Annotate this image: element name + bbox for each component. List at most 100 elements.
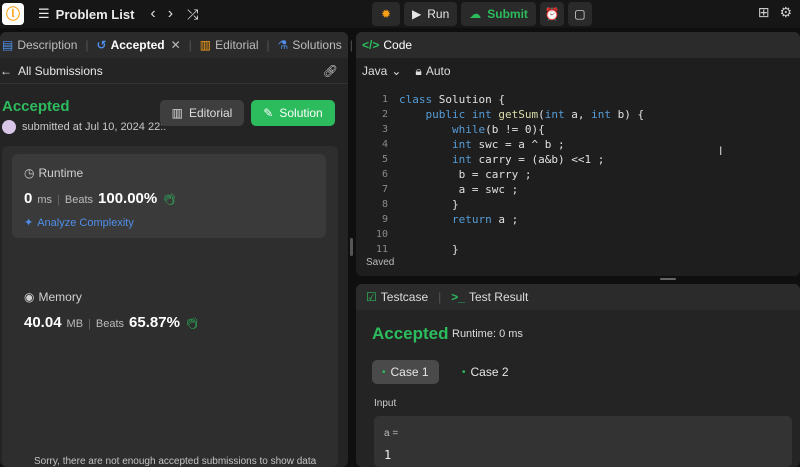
line-number: 5 <box>381 154 388 165</box>
line-number: 11 <box>375 244 388 255</box>
code-line: 10 <box>356 227 800 242</box>
tab-test-result[interactable]: >_ Test Result <box>451 290 528 304</box>
case-label: Case 2 <box>470 365 509 379</box>
testcase-label: Testcase <box>380 290 429 304</box>
run-button[interactable]: ▶ Run <box>404 2 458 26</box>
prev-problem-icon[interactable]: ‹ <box>150 5 155 23</box>
language-select[interactable]: Java ⌄ <box>362 64 401 78</box>
metric-divider: | <box>57 194 60 206</box>
code-text: int carry = (a&b) <<1 ; <box>451 153 605 166</box>
leetcode-logo[interactable]: ⓛ <box>2 3 24 25</box>
debug-button[interactable]: ✹ <box>372 2 400 26</box>
code-text: class Solution { <box>399 93 505 106</box>
all-submissions-link[interactable]: All Submissions <box>18 64 103 78</box>
analyze-label: Analyze Complexity <box>37 216 134 229</box>
code-line: 1 class Solution { <box>356 92 800 107</box>
runtime-label: ◷ Runtime <box>24 166 83 180</box>
tab-divider: | <box>188 38 192 52</box>
tab-divider: | <box>85 38 89 52</box>
line-number: 8 <box>381 199 388 210</box>
auto-toggle[interactable]: 🔒︎ Auto <box>415 64 450 79</box>
test-result-label: Test Result <box>468 290 529 304</box>
line-number: 10 <box>375 229 388 240</box>
memory-metric[interactable]: 40.04 MB | Beats 65.87% 👏︎ <box>24 314 199 331</box>
left-tabs: ▤ Description | ↺ Accepted ✕ | ▥ Editori… <box>0 32 371 58</box>
tab-divider: | <box>266 38 270 52</box>
problem-list-button[interactable]: ☰ Problem List <box>38 6 134 22</box>
submit-button[interactable]: ☁ Submit <box>461 2 536 26</box>
code-line: 2 public int getSum(int a, int b) { <box>356 107 800 122</box>
memory-beats-value: 65.87% <box>129 314 180 331</box>
tab-solutions[interactable]: ⚗ Solutions <box>278 38 342 52</box>
chip-icon: ◉ <box>24 290 35 304</box>
solution-button[interactable]: ✎ Solution <box>251 100 335 126</box>
runtime-card[interactable]: ◷ Runtime 0 ms | Beats 100.00% 👏︎ ✦ Anal… <box>12 154 326 238</box>
line-number: 2 <box>381 109 388 120</box>
metric-divider: | <box>88 318 91 330</box>
analyze-complexity-link[interactable]: ✦ Analyze Complexity <box>24 216 134 230</box>
code-panel: </> Code Java ⌄ 🔒︎ Auto 1 class Solution … <box>356 32 800 276</box>
test-tabs: ☑ Testcase | >_ Test Result <box>356 284 800 310</box>
code-header: </> Code <box>356 32 800 58</box>
test-panel: ☑ Testcase | >_ Test Result Accepted Run… <box>356 284 800 467</box>
tab-label: Description <box>17 38 78 52</box>
code-text: return a ; <box>451 213 519 226</box>
tab-divider: | <box>349 38 353 52</box>
cloud-upload-icon: ☁ <box>469 7 482 21</box>
submitted-time: submitted at Jul 10, 2024 22:: <box>22 121 167 133</box>
code-line: 9 return a ; <box>356 212 800 227</box>
tab-editorial[interactable]: ▥ Editorial <box>200 38 259 52</box>
tab-divider: | <box>438 290 442 304</box>
list-icon: ☰ <box>38 6 50 21</box>
code-text: b = carry ; <box>399 168 532 181</box>
timer-button[interactable]: ⏰ <box>539 2 564 26</box>
submitted-info: submitted at Jul 10, 2024 22:: <box>2 120 166 134</box>
avatar <box>2 120 16 134</box>
case-1-tab[interactable]: • Case 1 <box>372 360 439 384</box>
back-arrow-icon[interactable]: ← <box>0 64 12 78</box>
auto-label: Auto <box>425 64 451 78</box>
code-text: } <box>399 243 459 256</box>
close-icon[interactable]: ✕ <box>171 38 181 52</box>
runtime-label-text: Runtime <box>38 166 84 180</box>
editorial-button[interactable]: ▥ Editorial <box>160 100 244 126</box>
line-number: 6 <box>381 169 388 180</box>
submission-status: Accepted <box>2 98 70 115</box>
book-icon: ▥ <box>199 38 212 52</box>
language-value: Java <box>362 64 388 78</box>
settings-icon[interactable]: ⚙ <box>779 4 792 21</box>
layout-icon[interactable]: ⊞ <box>758 4 770 21</box>
vertical-resize-handle[interactable] <box>350 238 353 256</box>
runtime-metric: 0 ms | Beats 100.00% 👏︎ <box>24 190 176 207</box>
clap-icon: 👏︎ <box>162 194 177 206</box>
lock-icon: 🔒︎ <box>415 63 422 78</box>
problem-list-label: Problem List <box>55 6 135 22</box>
code-text: while(b != 0){ <box>451 123 545 136</box>
next-problem-icon[interactable]: › <box>168 5 173 23</box>
sparkle-icon: ✦ <box>24 217 34 229</box>
tab-label: Accepted <box>110 38 165 52</box>
input-label: Input <box>374 398 397 409</box>
code-line: 7 a = swc ; <box>356 182 800 197</box>
shuffle-icon[interactable]: ⤮ <box>187 6 198 23</box>
history-icon: ↺ <box>96 38 107 52</box>
line-number: 7 <box>381 184 388 195</box>
terminal-icon: >_ <box>451 290 465 304</box>
code-text: public int getSum(int a, int b) { <box>425 108 645 121</box>
tab-testcase[interactable]: ☑ Testcase <box>366 290 428 304</box>
link-icon[interactable]: 🔗︎ <box>323 64 338 78</box>
tab-accepted[interactable]: ↺ Accepted ✕ <box>97 38 181 52</box>
language-bar: Java ⌄ 🔒︎ Auto <box>356 58 800 84</box>
memory-unit: MB <box>66 318 84 330</box>
horizontal-resize-handle[interactable] <box>660 278 676 280</box>
code-editor[interactable]: 1 class Solution {2 public int getSum(int… <box>356 92 800 257</box>
editorial-label: Editorial <box>188 106 233 120</box>
no-data-message: Sorry, there are not enough accepted sub… <box>34 456 317 467</box>
tab-description[interactable]: ▤ Description <box>2 38 77 52</box>
input-var-value: 1 <box>384 448 392 462</box>
notes-button[interactable]: ▢ <box>567 2 592 26</box>
pass-dot-icon: • <box>382 366 386 378</box>
case-2-tab[interactable]: • Case 2 <box>452 360 519 384</box>
clap-icon: 👏︎ <box>184 318 199 330</box>
submission-panel: ▤ Description | ↺ Accepted ✕ | ▥ Editori… <box>0 32 371 467</box>
